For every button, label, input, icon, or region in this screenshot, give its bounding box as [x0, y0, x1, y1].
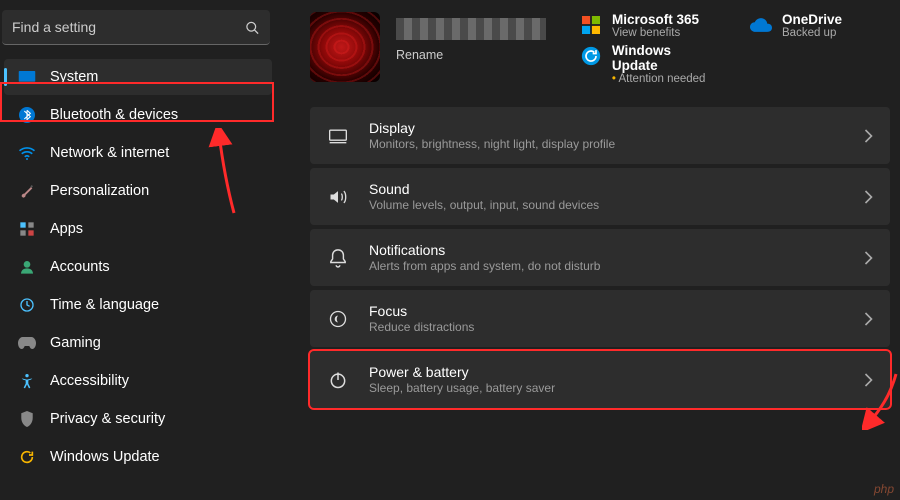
sidebar-item-label: Network & internet — [50, 145, 169, 161]
onedrive-icon — [750, 14, 772, 36]
rename-link[interactable]: Rename — [396, 48, 546, 62]
person-icon — [18, 258, 36, 276]
power-icon — [327, 370, 349, 390]
sidebar-item-gaming[interactable]: Gaming — [4, 325, 272, 361]
tile-microsoft365[interactable]: Microsoft 365 View benefits — [580, 12, 720, 39]
update-circle-icon — [580, 45, 602, 67]
shield-icon — [18, 410, 36, 428]
chevron-right-icon — [864, 312, 873, 326]
sidebar-item-label: Windows Update — [50, 449, 160, 465]
card-focus[interactable]: Focus Reduce distractions — [310, 290, 890, 347]
search-input[interactable] — [2, 10, 270, 45]
tile-sub: View benefits — [612, 27, 699, 39]
focus-icon — [327, 309, 349, 329]
status-tiles: Microsoft 365 View benefits OneDrive Bac… — [580, 12, 890, 85]
sidebar-item-label: Accounts — [50, 259, 110, 275]
search-icon — [245, 20, 260, 35]
sidebar-item-accessibility[interactable]: Accessibility — [4, 363, 272, 399]
system-icon — [18, 68, 36, 86]
card-title: Display — [369, 120, 844, 136]
chevron-right-icon — [864, 190, 873, 204]
display-icon — [327, 128, 349, 144]
watermark: php — [874, 482, 894, 496]
tile-windows-update[interactable]: Windows Update Attention needed — [580, 43, 720, 85]
sidebar-item-label: Accessibility — [50, 373, 129, 389]
sidebar-item-privacy[interactable]: Privacy & security — [4, 401, 272, 437]
sidebar-item-label: Privacy & security — [50, 411, 165, 427]
profile-text: Rename — [396, 12, 546, 62]
profile-block: Rename — [310, 12, 546, 85]
chevron-right-icon — [864, 251, 873, 265]
update-icon — [18, 448, 36, 466]
top-row: Rename Microsoft 365 View benefits OneDr… — [310, 12, 890, 85]
card-sub: Alerts from apps and system, do not dist… — [369, 259, 844, 273]
sidebar-item-update[interactable]: Windows Update — [4, 439, 272, 475]
tile-sub: Backed up — [782, 27, 842, 39]
sidebar-item-apps[interactable]: Apps — [4, 211, 272, 247]
tile-title: Windows Update — [612, 43, 720, 73]
tile-title: Microsoft 365 — [612, 12, 699, 27]
settings-cards: Display Monitors, brightness, night ligh… — [310, 107, 890, 408]
m365-icon — [580, 14, 602, 36]
tile-onedrive[interactable]: OneDrive Backed up — [750, 12, 890, 39]
card-sub: Sleep, battery usage, battery saver — [369, 381, 844, 395]
card-display[interactable]: Display Monitors, brightness, night ligh… — [310, 107, 890, 164]
card-sound[interactable]: Sound Volume levels, output, input, soun… — [310, 168, 890, 225]
bell-icon — [327, 248, 349, 268]
card-title: Power & battery — [369, 364, 844, 380]
sidebar-item-accounts[interactable]: Accounts — [4, 249, 272, 285]
profile-picture[interactable] — [310, 12, 380, 82]
apps-icon — [18, 220, 36, 238]
card-power-battery[interactable]: Power & battery Sleep, battery usage, ba… — [310, 351, 890, 408]
tile-title: OneDrive — [782, 12, 842, 27]
sidebar-item-personalization[interactable]: Personalization — [4, 173, 272, 209]
card-sub: Reduce distractions — [369, 320, 844, 334]
card-sub: Volume levels, output, input, sound devi… — [369, 198, 844, 212]
gamepad-icon — [18, 334, 36, 352]
tile-sub: Attention needed — [612, 73, 720, 85]
sidebar-item-label: Apps — [50, 221, 83, 237]
device-name-redacted — [396, 18, 546, 40]
sidebar-item-bluetooth[interactable]: Bluetooth & devices — [4, 97, 272, 133]
sound-icon — [327, 188, 349, 206]
paintbrush-icon — [18, 182, 36, 200]
card-sub: Monitors, brightness, night light, displ… — [369, 137, 844, 151]
bluetooth-icon — [18, 106, 36, 124]
main-panel: Rename Microsoft 365 View benefits OneDr… — [280, 0, 900, 500]
card-title: Sound — [369, 181, 844, 197]
chevron-right-icon — [864, 129, 873, 143]
sidebar-nav: System Bluetooth & devices Network & int… — [0, 59, 276, 475]
sidebar-item-label: Gaming — [50, 335, 101, 351]
sidebar-item-label: Personalization — [50, 183, 149, 199]
card-notifications[interactable]: Notifications Alerts from apps and syste… — [310, 229, 890, 286]
chevron-right-icon — [864, 373, 873, 387]
card-title: Notifications — [369, 242, 844, 258]
sidebar: System Bluetooth & devices Network & int… — [0, 0, 280, 500]
accessibility-icon — [18, 372, 36, 390]
sidebar-item-label: System — [50, 69, 98, 85]
sidebar-item-system[interactable]: System — [4, 59, 272, 95]
clock-globe-icon — [18, 296, 36, 314]
card-title: Focus — [369, 303, 844, 319]
search-wrap — [2, 10, 270, 45]
sidebar-item-network[interactable]: Network & internet — [4, 135, 272, 171]
wifi-icon — [18, 144, 36, 162]
sidebar-item-label: Time & language — [50, 297, 159, 313]
sidebar-item-label: Bluetooth & devices — [50, 107, 178, 123]
sidebar-item-time[interactable]: Time & language — [4, 287, 272, 323]
